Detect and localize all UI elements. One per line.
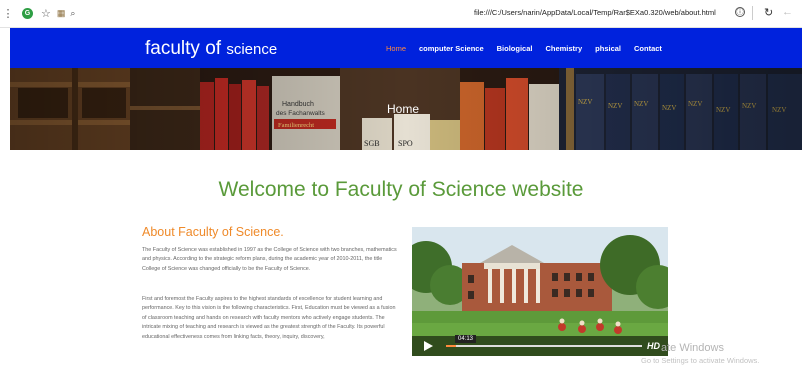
- nav-item-physical[interactable]: phsical: [595, 44, 621, 53]
- site-brand[interactable]: faculty of science: [145, 38, 277, 60]
- back-arrow-icon[interactable]: ←: [782, 6, 793, 18]
- about-paragraph-1: The Faculty of Science was established i…: [142, 247, 397, 272]
- nav-item-contact[interactable]: Contact: [634, 44, 662, 53]
- site-navbar: faculty of science Home computer Science…: [10, 28, 802, 68]
- menu-dots-icon[interactable]: ⋮: [3, 7, 14, 21]
- about-paragraph-2: First and foremost the Faculty aspires t…: [142, 296, 396, 340]
- about-heading: About Faculty of Science.: [142, 225, 284, 239]
- hero-banner: Handbuch des Fachanwalts Familienrecht S…: [10, 68, 802, 150]
- hd-badge[interactable]: HD: [647, 341, 660, 351]
- site-info-icon[interactable]: ⓘ: [735, 7, 745, 17]
- browser-toolbar: ⋮ G ☆ ▦ ⌕ file:///C:/Users/narin/AppData…: [0, 0, 802, 28]
- nav-item-home[interactable]: Home: [386, 44, 406, 53]
- welcome-heading: Welcome to Faculty of Science website: [218, 178, 584, 201]
- extension-icon[interactable]: ▦: [57, 7, 66, 21]
- nav-item-biological[interactable]: Biological: [497, 44, 533, 53]
- hero-title: Home: [387, 102, 420, 116]
- site-favicon-icon[interactable]: G: [22, 8, 33, 19]
- play-icon[interactable]: [424, 341, 433, 351]
- page: ⋮ G ☆ ▦ ⌕ file:///C:/Users/narin/AppData…: [0, 0, 802, 376]
- toolbar-divider: [752, 6, 753, 20]
- reload-icon[interactable]: ↻: [764, 6, 773, 19]
- search-icon[interactable]: ⌕: [70, 7, 75, 21]
- brand-main-text: faculty of: [145, 38, 222, 59]
- video-progress-bar[interactable]: [446, 345, 642, 347]
- nav-item-computer-science[interactable]: computer Science: [419, 44, 484, 53]
- activation-watermark-text: Go to Settings to activate Windows.: [641, 356, 760, 365]
- activation-watermark-title: ate Windows: [661, 342, 724, 354]
- video-player[interactable]: 04:13 HD: [412, 227, 668, 356]
- video-time: 04:13: [455, 335, 477, 343]
- video-progress-fill: [446, 345, 456, 347]
- address-bar-url[interactable]: file:///C:/Users/narin/AppData/Local/Tem…: [474, 8, 716, 17]
- nav-item-chemistry[interactable]: Chemistry: [545, 44, 582, 53]
- nav-links: Home computer Science Biological Chemist…: [386, 44, 675, 53]
- brand-small-text: science: [226, 41, 278, 58]
- bookmark-star-icon[interactable]: ☆: [41, 7, 51, 21]
